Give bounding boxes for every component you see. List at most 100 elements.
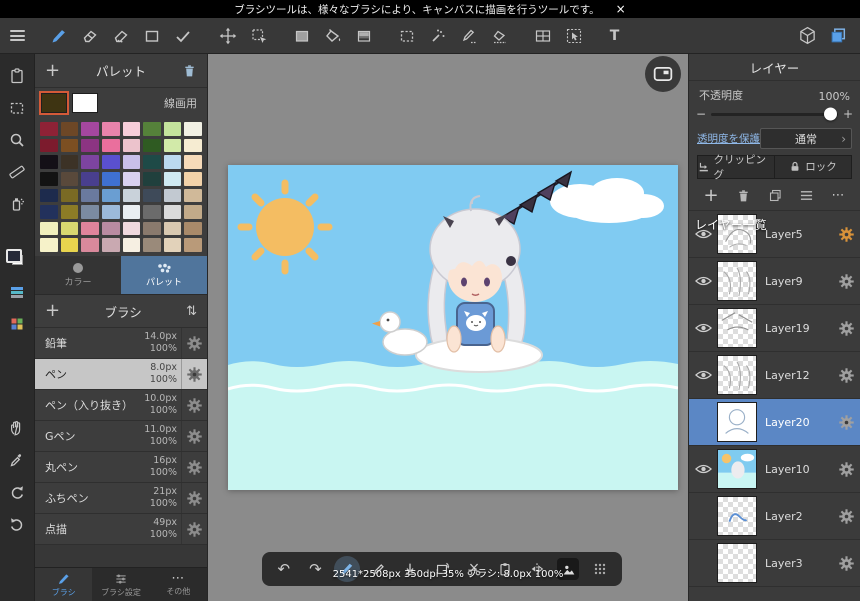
select-eraser-tool-button[interactable] [484, 21, 515, 51]
color-swatch[interactable] [0, 246, 35, 276]
layer-row[interactable]: Layer10 [689, 446, 860, 493]
gear-icon[interactable] [181, 421, 207, 451]
layer-row[interactable]: Layer5 [689, 211, 860, 258]
palette-color[interactable] [102, 172, 120, 186]
eye-icon[interactable] [689, 369, 717, 381]
delete-layer-button[interactable] [736, 188, 751, 204]
palette-color[interactable] [143, 222, 161, 236]
lock-button[interactable]: ロック [774, 155, 852, 179]
brush-quick-button[interactable] [334, 556, 360, 582]
bucket-tool-button[interactable] [317, 21, 348, 51]
brush-item[interactable]: ペン8.0px100% [35, 359, 207, 390]
palette-color[interactable] [61, 122, 79, 136]
palette-color[interactable] [61, 155, 79, 169]
tab-brush-settings[interactable]: ブラシ設定 [92, 568, 149, 601]
close-icon[interactable]: × [616, 2, 626, 16]
gear-icon[interactable] [181, 514, 207, 544]
palette-color[interactable] [102, 222, 120, 236]
tab-others[interactable]: ⋯ その他 [150, 568, 207, 601]
palette-color[interactable] [61, 172, 79, 186]
more-button[interactable]: ⋯ [831, 189, 845, 202]
pen-quick-button[interactable] [366, 556, 392, 582]
layer-colors-icon[interactable] [0, 276, 35, 308]
gear-icon[interactable] [833, 461, 860, 478]
palette-color[interactable] [81, 122, 99, 136]
select-icon[interactable] [0, 92, 35, 124]
gear-icon[interactable] [833, 273, 860, 290]
layer-row[interactable]: Layer9 [689, 258, 860, 305]
palette-color[interactable] [164, 122, 182, 136]
magic-wand-tool-button[interactable] [422, 21, 453, 51]
palette-color[interactable] [123, 205, 141, 219]
fill-rect-tool-button[interactable] [286, 21, 317, 51]
palette-color[interactable] [164, 155, 182, 169]
palette-color[interactable] [143, 205, 161, 219]
palette-color[interactable] [40, 139, 58, 153]
layer-row[interactable]: Layer20 [689, 399, 860, 446]
palette-color[interactable] [102, 155, 120, 169]
palette-color[interactable] [184, 238, 202, 252]
layer-row[interactable]: Layer2 [689, 493, 860, 540]
gear-icon[interactable] [833, 226, 860, 243]
save-button[interactable] [397, 556, 423, 582]
palette-color[interactable] [102, 205, 120, 219]
palette-color[interactable] [40, 122, 58, 136]
palette-color[interactable] [81, 172, 99, 186]
palette-color[interactable] [81, 222, 99, 236]
gear-icon[interactable] [181, 483, 207, 513]
brush-item[interactable]: 点描49px100% [35, 514, 207, 545]
hand-icon[interactable] [0, 412, 35, 444]
canvas-overlay-button[interactable] [645, 56, 681, 92]
palette-color[interactable] [184, 155, 202, 169]
protect-alpha-link[interactable]: 透明度を保護 [697, 131, 760, 146]
zoom-icon[interactable] [0, 124, 35, 156]
palette-color[interactable] [61, 222, 79, 236]
opacity-slider[interactable] [711, 113, 838, 116]
palette-color[interactable] [81, 205, 99, 219]
canvas-artwork[interactable] [228, 165, 678, 490]
palette-color[interactable] [184, 172, 202, 186]
palette-color[interactable] [143, 238, 161, 252]
redo-button[interactable]: ↷ [302, 556, 328, 582]
menu-icon[interactable] [0, 21, 35, 51]
opacity-increase-button[interactable]: + [843, 107, 853, 121]
move-tool-button[interactable] [212, 21, 243, 51]
palette-color[interactable] [40, 172, 58, 186]
palette-color[interactable] [164, 222, 182, 236]
palette-icon[interactable] [0, 308, 35, 340]
palette-color[interactable] [61, 205, 79, 219]
eyedropper-icon[interactable] [0, 444, 35, 476]
undo-button[interactable]: ↶ [271, 556, 297, 582]
palette-color[interactable] [123, 189, 141, 203]
ruler-icon[interactable] [0, 156, 35, 188]
palette-color[interactable] [81, 155, 99, 169]
opacity-decrease-button[interactable]: − [696, 107, 706, 121]
palette-color[interactable] [143, 155, 161, 169]
palette-color[interactable] [123, 172, 141, 186]
clipboard-icon[interactable] [0, 60, 35, 92]
shape-tool-button[interactable] [136, 21, 167, 51]
layer-menu-button[interactable] [799, 189, 814, 202]
palette-color[interactable] [61, 139, 79, 153]
palette-color[interactable] [81, 238, 99, 252]
gear-icon[interactable] [833, 367, 860, 384]
blend-mode-button[interactable]: 通常 › [760, 128, 852, 149]
add-palette-color-button[interactable]: + [45, 62, 60, 80]
palette-color[interactable] [81, 189, 99, 203]
palette-color[interactable] [143, 189, 161, 203]
palette-color[interactable] [40, 189, 58, 203]
add-layer-button[interactable]: + [703, 187, 718, 205]
secondary-color-swatch[interactable] [72, 93, 98, 113]
palette-color[interactable] [184, 139, 202, 153]
brush-item[interactable]: Gペン11.0px100% [35, 421, 207, 452]
palette-color[interactable] [102, 122, 120, 136]
palette-color[interactable] [123, 139, 141, 153]
palette-color[interactable] [184, 205, 202, 219]
gear-icon[interactable] [833, 555, 860, 572]
tab-palette[interactable]: パレット [121, 256, 207, 294]
gear-icon[interactable] [181, 390, 207, 420]
paste-button[interactable] [492, 556, 518, 582]
gear-icon[interactable] [181, 452, 207, 482]
gradient-tool-button[interactable] [348, 21, 379, 51]
duplicate-layer-button[interactable] [768, 188, 783, 203]
